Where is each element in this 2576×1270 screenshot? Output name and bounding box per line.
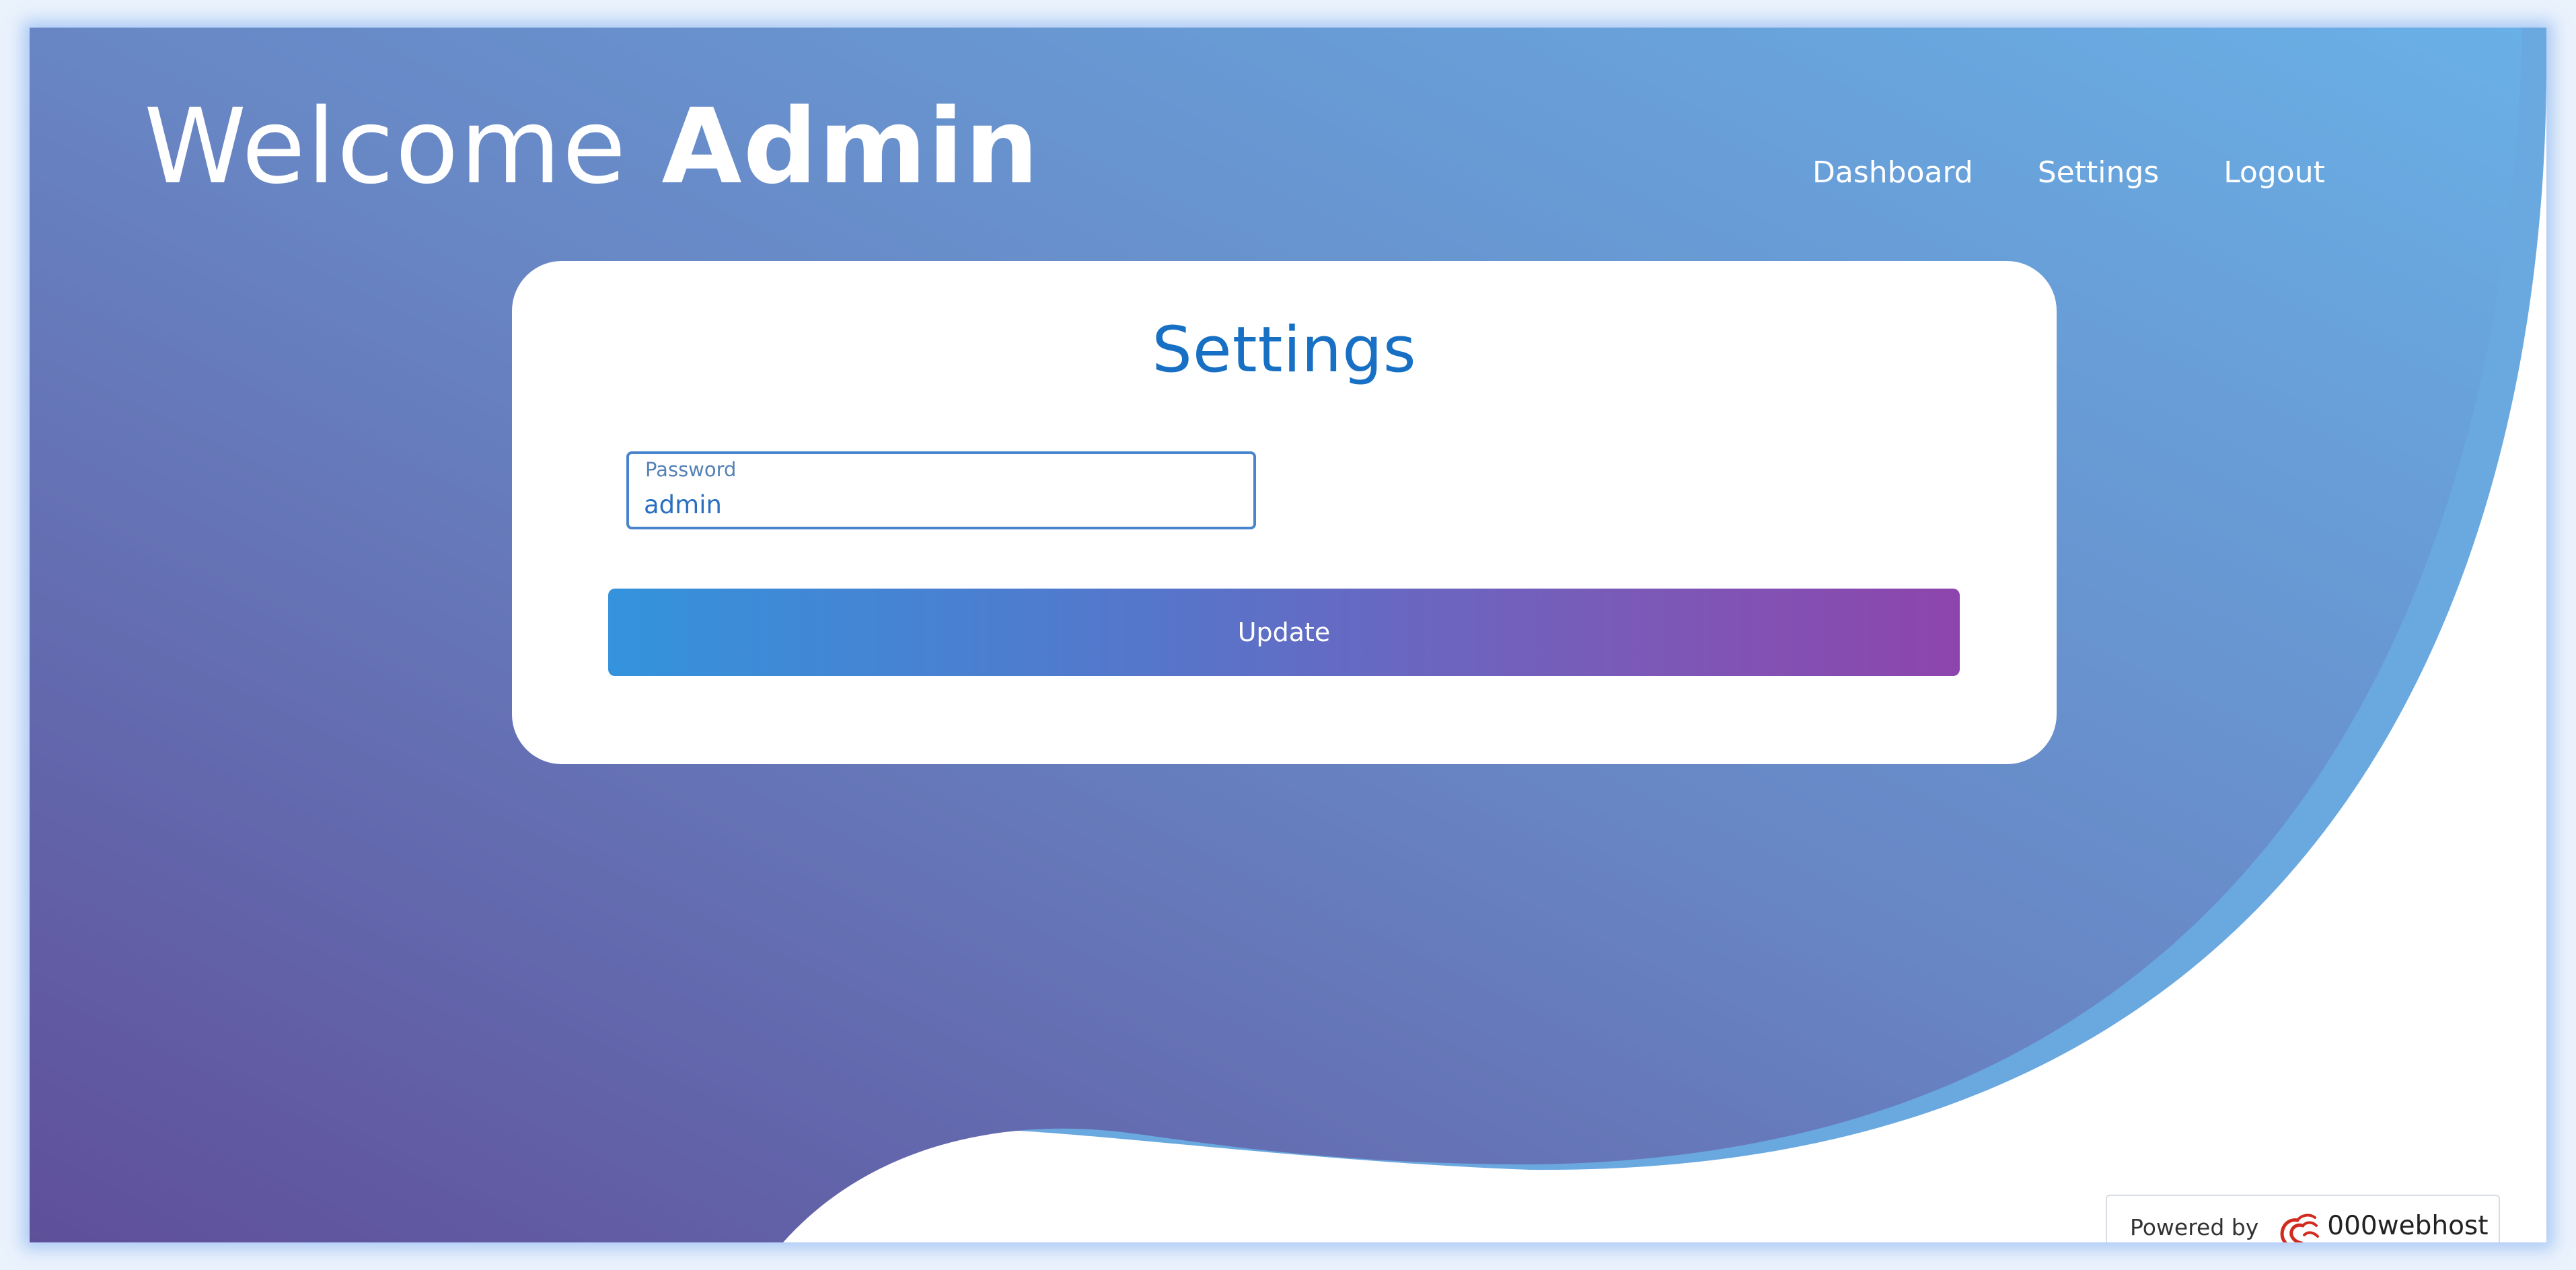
welcome-prefix: Welcome <box>144 87 628 207</box>
powered-by-label: Powered by <box>2130 1214 2259 1240</box>
password-label: Password <box>645 458 737 481</box>
top-nav: Dashboard Settings Logout <box>1812 155 2325 190</box>
browser-viewport: Welcome Admin Dashboard Settings Logout … <box>30 28 2546 1242</box>
welcome-heading: Welcome Admin <box>144 87 1040 207</box>
welcome-username: Admin <box>661 87 1040 207</box>
powered-by-brand: 000webhost <box>2327 1211 2489 1241</box>
settings-card: Settings Password Update <box>512 261 2057 764</box>
settings-title: Settings <box>1152 313 1417 387</box>
password-field[interactable]: Password <box>626 451 1256 529</box>
000webhost-logo-icon <box>2280 1213 2320 1242</box>
nav-dashboard-link[interactable]: Dashboard <box>1812 155 1973 190</box>
powered-by-badge[interactable]: Powered by 000webhost <box>2106 1195 2500 1242</box>
update-button[interactable]: Update <box>608 589 1960 676</box>
nav-logout-link[interactable]: Logout <box>2223 155 2325 190</box>
password-input[interactable] <box>644 488 1236 521</box>
nav-settings-link[interactable]: Settings <box>2038 155 2159 190</box>
